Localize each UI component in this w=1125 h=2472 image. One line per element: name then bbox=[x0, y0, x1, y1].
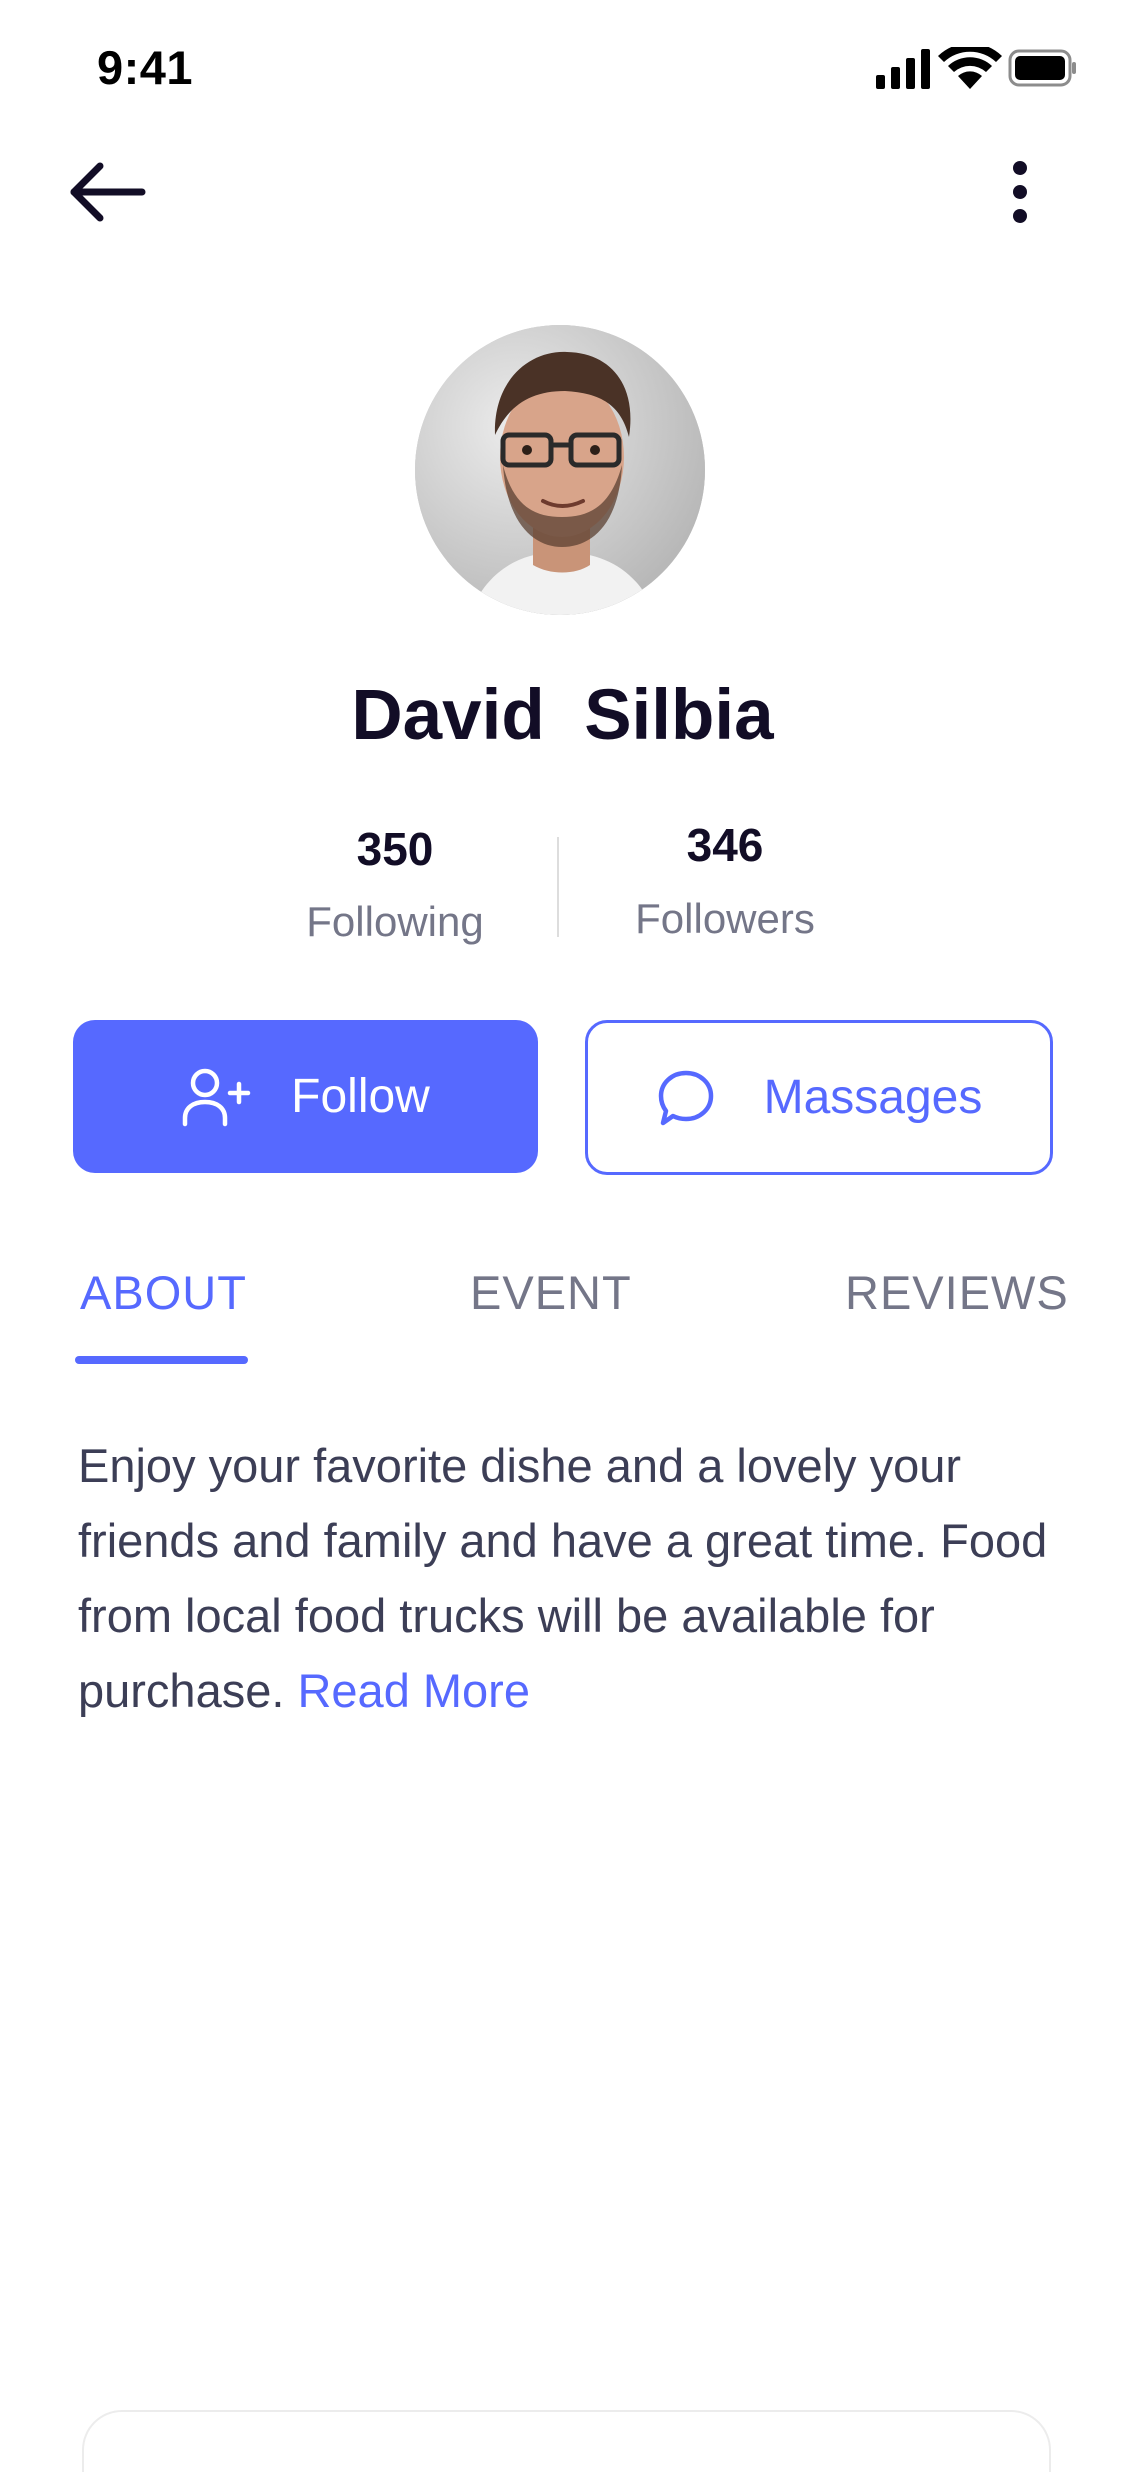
read-more-link[interactable]: Read More bbox=[297, 1664, 530, 1717]
status-icons bbox=[876, 47, 1076, 89]
following-label: Following bbox=[306, 898, 484, 945]
followers-count: 346 bbox=[686, 819, 764, 871]
bottom-card bbox=[82, 2410, 1051, 2472]
active-tab-indicator bbox=[75, 1356, 248, 1364]
back-button[interactable] bbox=[70, 158, 148, 226]
about-description: Enjoy your favorite dishe and a lovely y… bbox=[78, 1439, 1048, 1717]
followers-label: Followers bbox=[635, 895, 815, 942]
status-time: 9:41 bbox=[97, 41, 194, 94]
follow-button[interactable]: Follow bbox=[73, 1020, 538, 1173]
more-vertical-icon bbox=[1013, 161, 1027, 223]
user-plus-icon bbox=[182, 1068, 251, 1126]
cellular-signal-icon bbox=[876, 49, 930, 89]
messages-button[interactable]: Massages bbox=[585, 1020, 1053, 1175]
following-count: 350 bbox=[356, 823, 434, 875]
battery-icon bbox=[1008, 49, 1076, 87]
avatar bbox=[415, 325, 705, 615]
tab-event[interactable]: EVENT bbox=[470, 1265, 632, 1320]
wifi-icon bbox=[938, 47, 1002, 89]
chat-bubble-icon bbox=[658, 1070, 713, 1125]
arrow-left-icon bbox=[70, 162, 146, 222]
profile-name: David Silbia bbox=[351, 676, 774, 755]
about-text: Enjoy your favorite dishe and a lovely y… bbox=[78, 1428, 1058, 1728]
more-options-button[interactable] bbox=[1000, 158, 1040, 226]
messages-button-label: Massages bbox=[763, 1071, 983, 1124]
tab-reviews[interactable]: REVIEWS bbox=[845, 1265, 1069, 1320]
tab-about[interactable]: ABOUT bbox=[80, 1265, 247, 1320]
stats-divider bbox=[557, 837, 559, 937]
follow-button-label: Follow bbox=[291, 1070, 430, 1123]
